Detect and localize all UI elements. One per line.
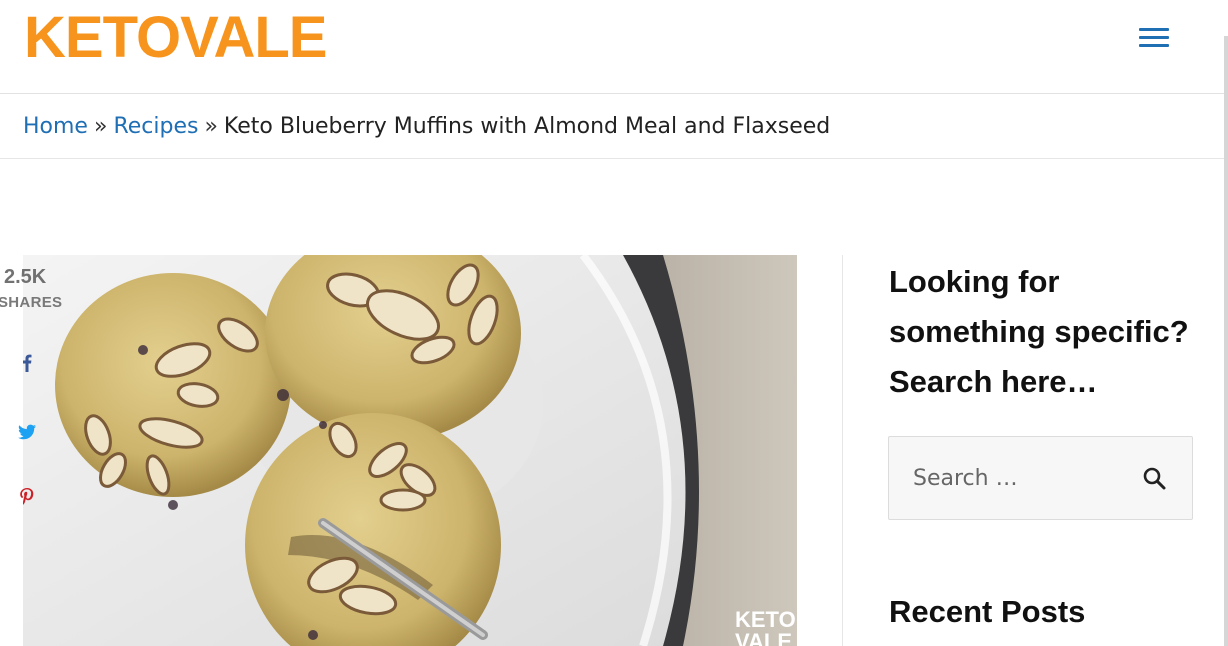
menu-bar [1139,28,1169,31]
muffins-photo [23,255,797,646]
menu-bar [1139,44,1169,47]
site-header: KETOVALE [0,0,1228,94]
menu-bar [1139,36,1169,39]
facebook-icon[interactable] [14,350,40,376]
image-watermark: KETO VALE [735,609,796,646]
sidebar-divider [842,255,843,646]
recent-posts-heading: Recent Posts [889,594,1086,629]
search-widget-heading: Looking for something specific? Search h… [889,264,1189,399]
twitter-icon[interactable] [14,419,40,445]
pinterest-icon[interactable] [14,484,40,510]
breadcrumb-home-link[interactable]: Home [23,114,88,139]
recipe-hero-image: KETO VALE [23,255,797,646]
breadcrumb-recipes-link[interactable]: Recipes [113,114,198,139]
share-label: SHARES [0,294,63,311]
breadcrumb-divider [0,158,1224,159]
breadcrumb-separator: » [93,114,108,139]
breadcrumb-separator: » [204,114,218,139]
breadcrumb: Home» Recipes» Keto Blueberry Muffins with… [23,111,830,143]
search-icon[interactable] [1139,463,1171,495]
search-input[interactable] [889,437,1129,519]
watermark-line: VALE [735,629,793,646]
breadcrumb-current-page: Keto Blueberry Muffins with Almond Meal … [223,114,831,139]
search-form [888,436,1193,520]
watermark-line: KETO [735,607,796,632]
site-logo[interactable]: KETOVALE [24,8,327,68]
scrollbar[interactable] [1224,36,1228,646]
share-count: 2.5K [4,266,47,288]
hamburger-menu-icon[interactable] [1136,24,1170,52]
